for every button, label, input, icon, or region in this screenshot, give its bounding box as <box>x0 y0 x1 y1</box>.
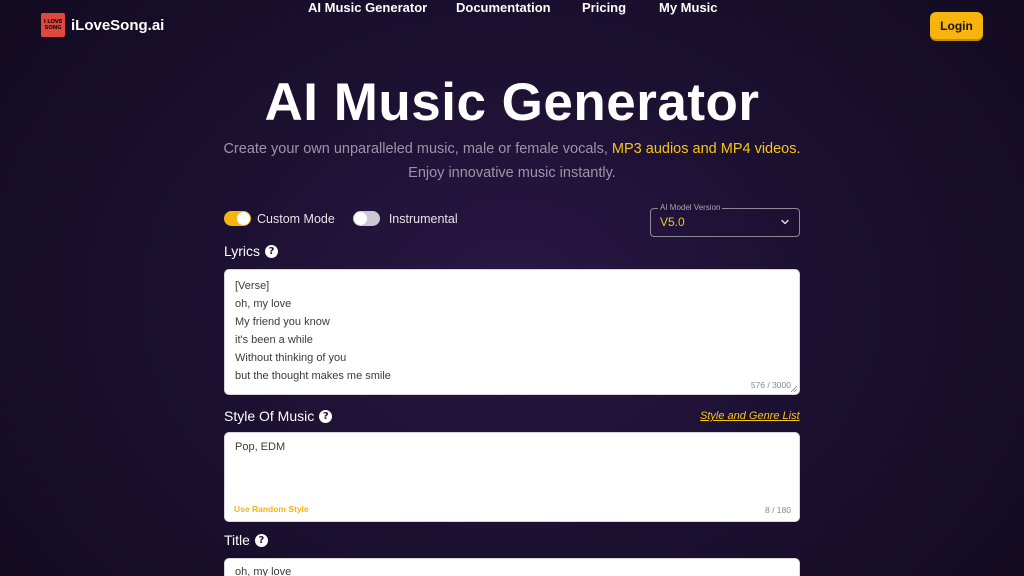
style-genre-list-link[interactable]: Style and Genre List <box>700 410 800 422</box>
instrumental-toggle[interactable] <box>352 211 380 226</box>
style-label-row: Style Of Music ? <box>224 408 333 424</box>
nav-link-ai-music-generator[interactable]: AI Music Generator <box>308 0 427 15</box>
style-counter: 8 / 180 <box>765 505 791 515</box>
lyrics-textarea[interactable]: [Verse] oh, my love My friend you know i… <box>224 269 800 395</box>
style-label: Style Of Music <box>224 408 315 424</box>
subtitle-line-2: Enjoy innovative music instantly. <box>408 165 616 181</box>
lyrics-label: Lyrics <box>224 243 261 259</box>
mode-toggles: Custom Mode Instrumental <box>224 211 458 226</box>
nav-link-documentation[interactable]: Documentation <box>456 0 551 15</box>
custom-mode-toggle[interactable] <box>224 211 251 226</box>
nav-link-my-music[interactable]: My Music <box>659 0 718 15</box>
subtitle-highlight: MP3 audios and MP4 videos. <box>611 141 801 157</box>
brand-logo: I LOVE SONG <box>41 13 65 37</box>
brand[interactable]: I LOVE SONG iLoveSong.ai <box>41 13 164 37</box>
style-textarea[interactable]: Pop, EDM Use Random Style 8 / 180 <box>224 432 800 522</box>
chevron-down-icon <box>781 219 789 225</box>
use-random-style-button[interactable]: Use Random Style <box>234 504 309 514</box>
title-text: oh, my love <box>235 566 292 576</box>
hero-subtitle: Create your own unparalleled music, male… <box>0 137 1024 185</box>
help-icon[interactable]: ? <box>265 244 279 258</box>
model-version-select[interactable]: AI Model Version V5.0 <box>650 203 800 237</box>
lyrics-label-row: Lyrics ? <box>224 243 279 259</box>
model-version-value: V5.0 <box>660 215 685 229</box>
lyrics-counter: 576 / 3000 <box>750 380 791 390</box>
lyrics-text: [Verse] oh, my love My friend you know i… <box>235 280 391 382</box>
page-title: AI Music Generator <box>264 73 760 132</box>
top-nav: I LOVE SONG iLoveSong.ai AI Music Genera… <box>0 0 1024 52</box>
toggle-knob <box>353 212 367 225</box>
title-label-row: Title ? <box>224 532 268 548</box>
brand-name: iLoveSong.ai <box>71 16 165 34</box>
nav-link-pricing[interactable]: Pricing <box>582 0 626 15</box>
resize-handle-icon[interactable] <box>791 386 797 392</box>
title-label: Title <box>224 532 250 548</box>
model-version-legend: AI Model Version <box>658 203 723 212</box>
logo-line-2: SONG <box>44 25 62 31</box>
help-icon[interactable]: ? <box>319 409 333 423</box>
title-input[interactable]: oh, my love <box>224 558 800 576</box>
custom-mode-label: Custom Mode <box>257 211 335 226</box>
instrumental-label: Instrumental <box>388 211 458 226</box>
subtitle-text: Create your own unparalleled music, male… <box>223 141 612 157</box>
help-icon[interactable]: ? <box>254 533 268 547</box>
toggle-knob <box>237 212 250 225</box>
style-text: Pop, EDM <box>235 441 286 453</box>
login-button[interactable]: Login <box>930 12 983 39</box>
